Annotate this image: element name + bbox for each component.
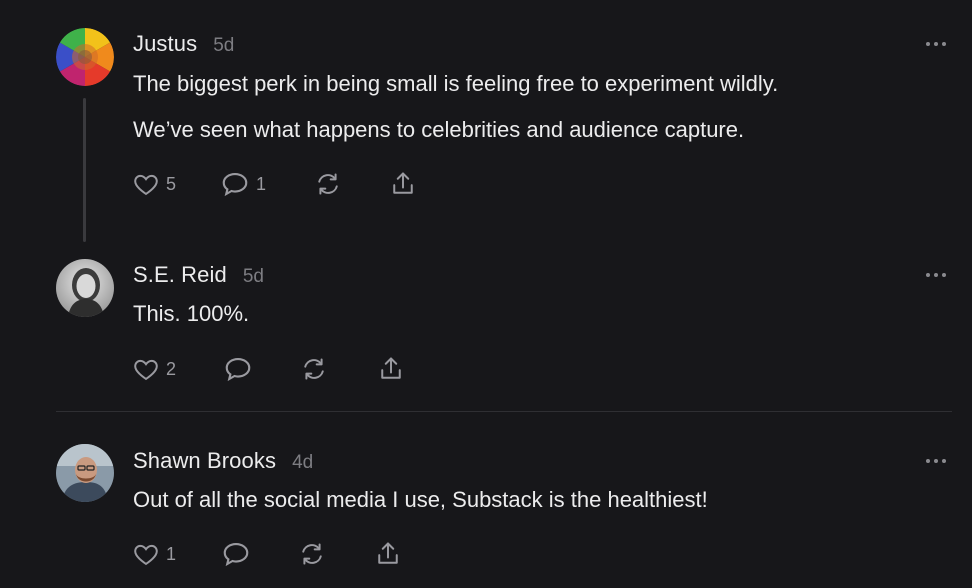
heart-icon: [134, 544, 158, 566]
profile-photo-icon: [56, 259, 114, 317]
like-count: 1: [166, 543, 177, 564]
timestamp[interactable]: 5d: [213, 35, 234, 57]
reply-button[interactable]: [221, 539, 251, 569]
comment-se-reid: S.E. Reid 5d This. 100%. 2: [0, 245, 972, 410]
restack-button[interactable]: [300, 354, 328, 384]
share-icon: [393, 172, 413, 194]
restack-icon: [318, 173, 338, 195]
comment-icon: [222, 172, 248, 197]
like-count: 5: [166, 173, 177, 194]
restack-icon: [304, 358, 324, 380]
comment-icon: [223, 542, 249, 567]
thread-line: [83, 98, 86, 242]
avatar-justus[interactable]: [56, 28, 114, 86]
color-wheel-avatar-icon: [56, 28, 114, 86]
like-button[interactable]: 2: [132, 354, 176, 384]
share-icon: [381, 357, 401, 379]
like-button[interactable]: 5: [132, 169, 176, 199]
reply-button[interactable]: 1: [220, 169, 266, 199]
avatar-shawn-brooks[interactable]: [56, 444, 114, 502]
comment-text: The biggest perk in being small is feeli…: [133, 71, 779, 96]
share-button[interactable]: [377, 354, 405, 384]
timestamp[interactable]: 5d: [243, 266, 264, 288]
avatar-se-reid[interactable]: [56, 259, 114, 317]
share-icon: [378, 542, 398, 564]
author-name[interactable]: Justus: [133, 31, 197, 57]
reply-button[interactable]: [223, 354, 253, 384]
comment-header: Justus 5d: [133, 31, 234, 57]
comment-text: We’ve seen what happens to celebrities a…: [133, 117, 745, 142]
restack-button[interactable]: [314, 169, 342, 199]
more-icon[interactable]: [926, 41, 946, 47]
like-count: 2: [166, 358, 177, 379]
more-icon[interactable]: [926, 272, 946, 278]
timestamp[interactable]: 4d: [292, 452, 313, 474]
comment-text: This. 100%.: [133, 301, 250, 326]
like-button[interactable]: 1: [132, 539, 176, 569]
share-button[interactable]: [374, 539, 402, 569]
heart-icon: [134, 174, 158, 196]
heart-icon: [134, 359, 158, 381]
more-icon[interactable]: [926, 458, 946, 464]
comment-text: Out of all the social media I use, Subst…: [133, 487, 708, 512]
share-button[interactable]: [389, 169, 417, 199]
author-name[interactable]: Shawn Brooks: [133, 448, 276, 474]
comment-justus: Justus 5d The biggest perk in being smal…: [0, 0, 972, 245]
restack-icon: [302, 543, 322, 565]
profile-photo-icon: [56, 444, 114, 502]
comment-header: Shawn Brooks 4d: [133, 448, 313, 474]
author-name[interactable]: S.E. Reid: [133, 262, 227, 288]
comment-shawn-brooks: Shawn Brooks 4d Out of all the social me…: [0, 412, 972, 588]
restack-button[interactable]: [298, 539, 326, 569]
reply-count: 1: [256, 173, 267, 194]
comment-icon: [225, 357, 251, 382]
comment-header: S.E. Reid 5d: [133, 262, 264, 288]
